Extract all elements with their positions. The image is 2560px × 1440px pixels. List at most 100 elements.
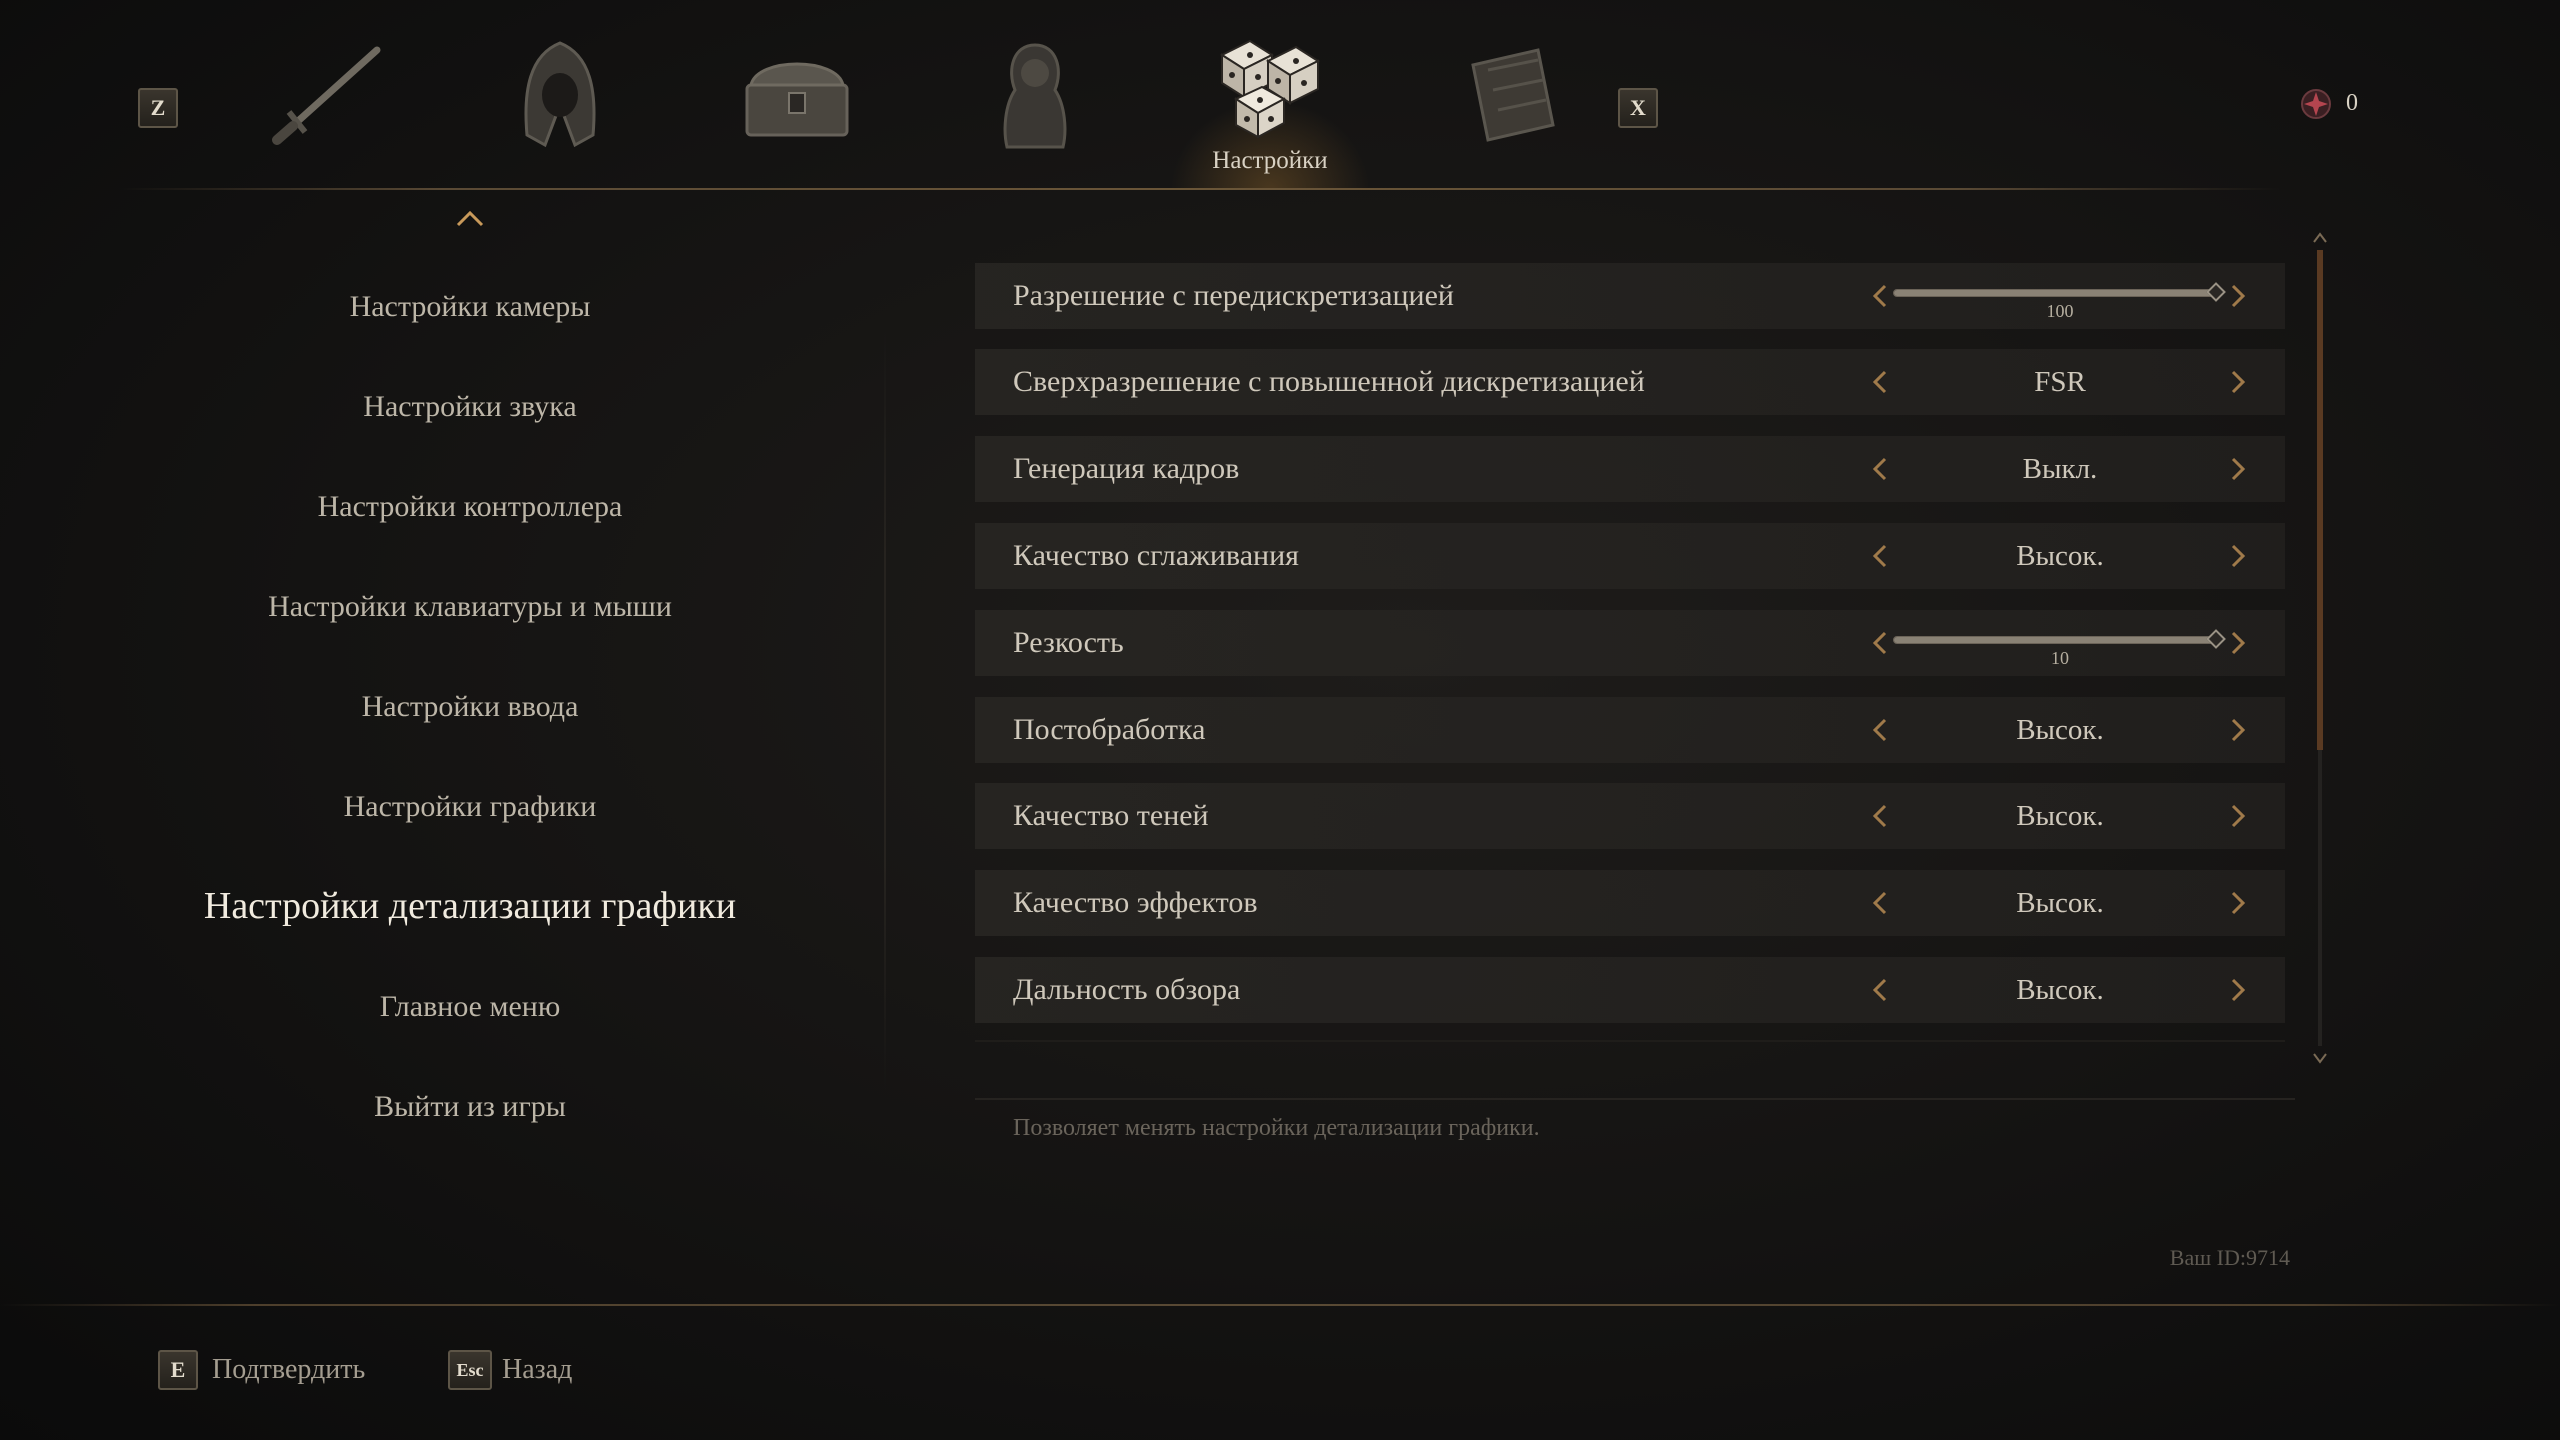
chevron-left-icon: [1872, 804, 1887, 828]
tab-armor[interactable]: [495, 30, 625, 160]
chevron-left-icon: [1872, 370, 1887, 394]
tab-inventory[interactable]: [732, 30, 862, 160]
previous-option-button[interactable]: [1865, 957, 1895, 1023]
list-bottom-edge: [975, 1040, 2285, 1042]
previous-option-button[interactable]: [1865, 523, 1895, 589]
book-icon: [1471, 48, 1555, 142]
menu-item-graphics[interactable]: Настройки графики: [140, 790, 800, 824]
setting-row-shadows[interactable]: Качество теней Высок.: [975, 783, 2285, 849]
setting-label: Качество сглаживания: [1013, 539, 1299, 572]
setting-row-supersampling[interactable]: Разрешение с передискретизацией 100: [975, 263, 2285, 329]
menu-item-camera[interactable]: Настройки камеры: [140, 290, 800, 324]
setting-label: Качество эффектов: [1013, 886, 1258, 919]
chevron-left-icon: [1872, 978, 1887, 1002]
setting-row-sharpness[interactable]: Резкость 10: [975, 610, 2285, 676]
chevron-left-icon: [1872, 718, 1887, 742]
chevron-right-icon: [2231, 891, 2246, 915]
setting-row-postprocessing[interactable]: Постобработка Высок.: [975, 697, 2285, 763]
scrollbar-thumb[interactable]: [2317, 250, 2323, 750]
back-label[interactable]: Назад: [502, 1354, 572, 1386]
setting-label: Резкость: [1013, 626, 1124, 659]
decrease-button[interactable]: [1865, 263, 1895, 329]
setting-label: Качество теней: [1013, 799, 1209, 832]
next-tab-key[interactable]: X: [1618, 88, 1658, 128]
setting-value: Высок.: [2016, 540, 2104, 572]
setting-row-upscaling[interactable]: Сверхразрешение с повышенной дискретизац…: [975, 349, 2285, 415]
currency-value: 0: [2346, 90, 2358, 116]
previous-option-button[interactable]: [1865, 697, 1895, 763]
slider-fill: [1894, 637, 2222, 643]
setting-value: Высок.: [2016, 714, 2104, 746]
slider-value: 10: [2051, 648, 2069, 668]
chevron-left-icon: [1872, 457, 1887, 481]
character-icon: [1003, 43, 1067, 149]
tab-weapons[interactable]: [262, 30, 392, 160]
slider-track[interactable]: [1893, 289, 2223, 297]
menu-item-sound[interactable]: Настройки звука: [140, 390, 800, 424]
user-id: Ваш ID:9714: [2169, 1245, 2290, 1270]
setting-label: Дальность обзора: [1013, 973, 1241, 1006]
setting-row-view-distance[interactable]: Дальность обзора Высок.: [975, 957, 2285, 1023]
chevron-right-icon: [2231, 457, 2246, 481]
setting-row-frame-generation[interactable]: Генерация кадров Выкл.: [975, 436, 2285, 502]
chevron-left-icon: [1872, 891, 1887, 915]
confirm-label[interactable]: Подтвердить: [212, 1354, 365, 1386]
decrease-button[interactable]: [1865, 610, 1895, 676]
tab-character[interactable]: [970, 30, 1100, 160]
description-divider: [975, 1098, 2295, 1100]
previous-option-button[interactable]: [1865, 349, 1895, 415]
chevron-left-icon: [1872, 544, 1887, 568]
slider-fill: [1894, 290, 2222, 296]
back-key[interactable]: Esc: [448, 1350, 492, 1390]
next-option-button[interactable]: [2223, 436, 2253, 502]
increase-button[interactable]: [2223, 263, 2253, 329]
menu-item-input[interactable]: Настройки ввода: [140, 690, 800, 724]
chevron-right-icon: [2231, 978, 2246, 1002]
menu-scroll-up-icon[interactable]: [455, 208, 485, 228]
setting-label: Генерация кадров: [1013, 452, 1240, 485]
next-option-button[interactable]: [2223, 697, 2253, 763]
chevron-right-icon: [2231, 370, 2246, 394]
top-divider: [120, 188, 2280, 190]
next-option-button[interactable]: [2223, 957, 2253, 1023]
menu-item-graphics-detail[interactable]: Настройки детализации графики: [140, 884, 800, 928]
increase-button[interactable]: [2223, 610, 2253, 676]
next-option-button[interactable]: [2223, 870, 2253, 936]
setting-value: Высок.: [2016, 887, 2104, 919]
setting-label: Разрешение с передискретизацией: [1013, 279, 1454, 312]
next-option-button[interactable]: [2223, 783, 2253, 849]
chevron-left-icon: [1872, 631, 1887, 655]
menu-item-main-menu[interactable]: Главное меню: [140, 990, 800, 1024]
scroll-up-icon[interactable]: [2312, 230, 2328, 244]
active-tab-label: Настройки: [1212, 147, 1328, 174]
bottom-divider: [0, 1304, 2560, 1306]
setting-description: Позволяет менять настройки детализации г…: [1013, 1115, 1540, 1141]
confirm-key[interactable]: E: [158, 1350, 198, 1390]
previous-option-button[interactable]: [1865, 870, 1895, 936]
prev-tab-key[interactable]: Z: [138, 88, 178, 128]
chevron-right-icon: [2231, 718, 2246, 742]
tab-settings[interactable]: [1205, 20, 1335, 150]
slider-value: 100: [2046, 301, 2074, 321]
setting-value: Выкл.: [2022, 453, 2098, 485]
next-option-button[interactable]: [2223, 523, 2253, 589]
scroll-down-icon[interactable]: [2312, 1052, 2328, 1066]
menu-item-controller[interactable]: Настройки контроллера: [140, 490, 800, 524]
chevron-right-icon: [2231, 284, 2246, 308]
gem-icon: [2301, 89, 2331, 119]
chest-icon: [745, 62, 849, 137]
chevron-right-icon: [2231, 544, 2246, 568]
menu-item-keyboard-mouse[interactable]: Настройки клавиатуры и мыши: [140, 590, 800, 624]
previous-option-button[interactable]: [1865, 783, 1895, 849]
setting-label: Постобработка: [1013, 713, 1206, 746]
menu-item-quit[interactable]: Выйти из игры: [140, 1090, 800, 1124]
previous-option-button[interactable]: [1865, 436, 1895, 502]
tab-journal[interactable]: [1448, 30, 1578, 160]
slider-track[interactable]: [1893, 636, 2223, 644]
chevron-left-icon: [1872, 284, 1887, 308]
setting-row-effects[interactable]: Качество эффектов Высок.: [975, 870, 2285, 936]
setting-row-antialiasing[interactable]: Качество сглаживания Высок.: [975, 523, 2285, 589]
setting-value: FSR: [2034, 366, 2086, 398]
sword-icon: [272, 46, 381, 145]
next-option-button[interactable]: [2223, 349, 2253, 415]
